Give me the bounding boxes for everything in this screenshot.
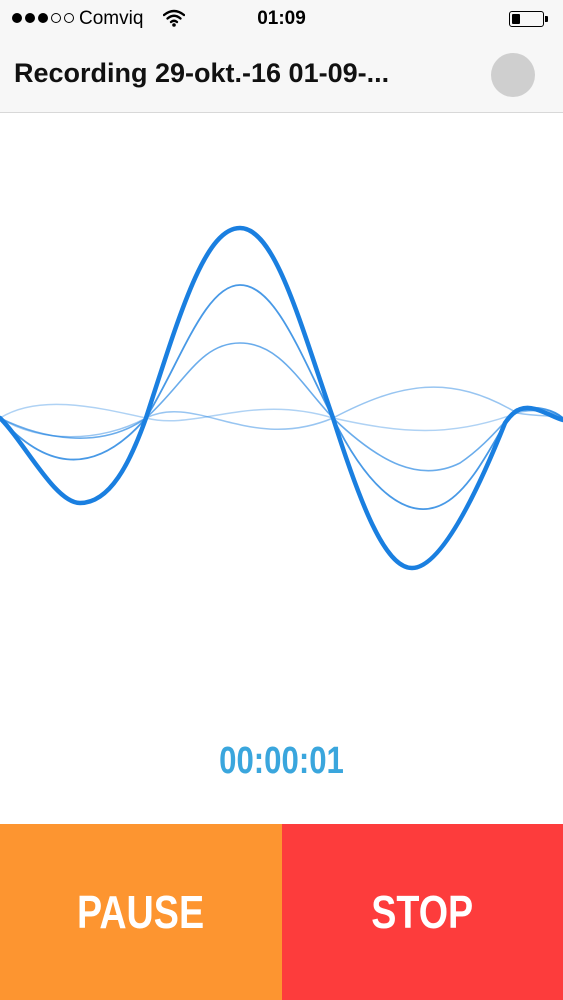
record-indicator[interactable] [491,53,535,97]
waveform-line [0,284,563,510]
waveform-line [0,225,563,571]
battery-icon [509,11,549,27]
pause-button[interactable]: PAUSE [0,824,282,1000]
pause-button-label: PAUSE [77,886,205,938]
status-bar: Comviq 01:09 [0,0,563,38]
waveform-line [0,403,563,432]
waveform-line [0,386,563,438]
audio-waveform [0,225,563,571]
stop-button[interactable]: STOP [282,824,563,1000]
stop-button-label: STOP [371,886,474,938]
status-time: 01:09 [257,8,306,29]
elapsed-timer: 00:00:01 [219,740,344,782]
recording-title: Recording 29-okt.-16 01-09-... [14,58,390,88]
navigation-header: Recording 29-okt.-16 01-09-... [0,38,563,113]
